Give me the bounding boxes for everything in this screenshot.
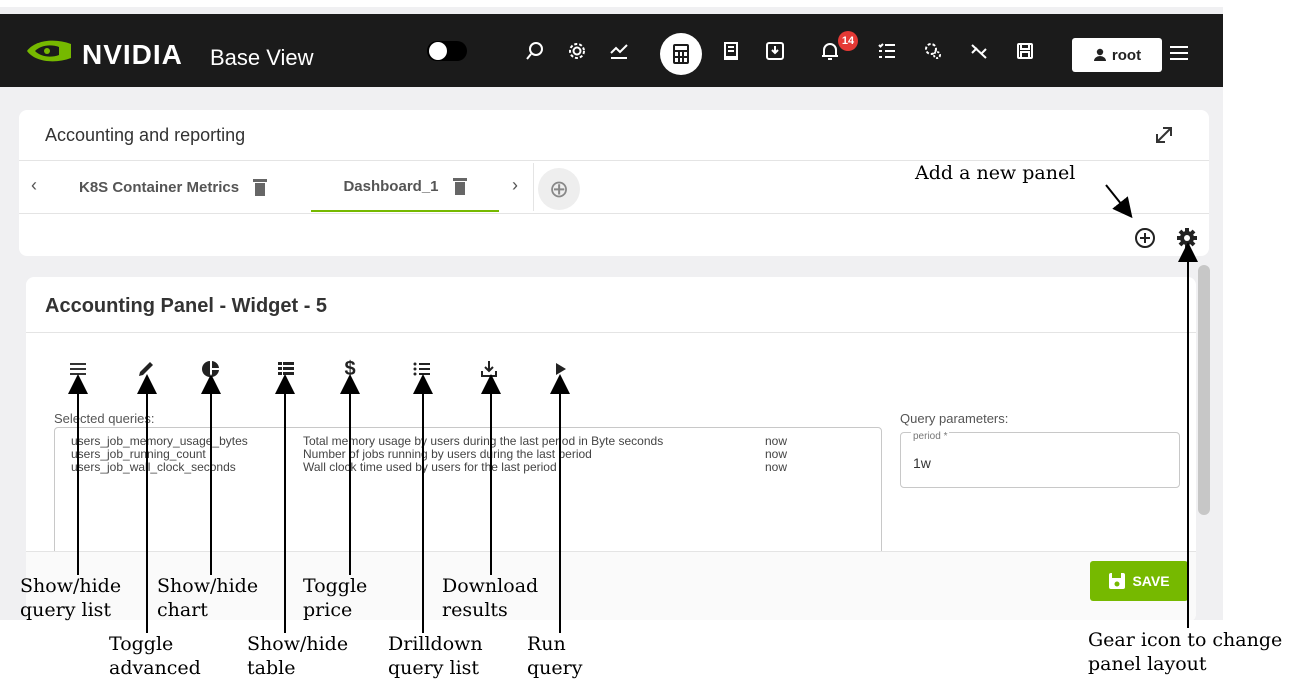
annotation-toggle-advanced: Toggle advanced xyxy=(109,633,201,679)
selected-queries-label: Selected queries: xyxy=(54,411,155,426)
list-item[interactable]: users_job_memory_usage_bytes Total memory… xyxy=(71,434,787,448)
drilldown-list-icon[interactable] xyxy=(410,357,434,381)
annotation-download-results: Download results xyxy=(442,575,539,621)
hamburger-menu-icon[interactable] xyxy=(1170,42,1188,64)
widget-panel: Accounting Panel - Widget - 5 $ Selected… xyxy=(26,277,1196,620)
username: root xyxy=(1111,46,1142,64)
tab-label: K8S Container Metrics xyxy=(79,178,240,196)
theme-toggle[interactable] xyxy=(427,41,467,61)
list-check-icon[interactable] xyxy=(872,36,902,66)
list-item[interactable]: users_job_running_count Number of jobs ru… xyxy=(71,447,787,461)
run-query-icon[interactable] xyxy=(548,357,572,381)
trash-icon[interactable] xyxy=(253,178,268,196)
save-button[interactable]: SAVE xyxy=(1090,561,1188,601)
add-tab-button[interactable]: ⊕ xyxy=(538,168,580,210)
brand-name: NVIDIA xyxy=(82,39,183,70)
tab-label: Dashboard_1 xyxy=(343,177,439,195)
period-label: period * xyxy=(911,431,950,442)
add-panel-icon[interactable] xyxy=(1133,226,1157,250)
annotation-show-hide-query-list: Show/hide query list xyxy=(20,575,122,621)
gears-icon[interactable] xyxy=(918,36,948,66)
trash-icon[interactable] xyxy=(452,177,467,195)
calculator-icon[interactable] xyxy=(660,33,702,75)
tab-scroll-right-icon[interactable]: › xyxy=(512,175,518,196)
gear-icon[interactable] xyxy=(1175,226,1199,250)
link-off-icon[interactable] xyxy=(964,36,994,66)
top-navigation-bar: NVIDIA Base View 14 root xyxy=(0,14,1223,87)
query-list-toggle-icon[interactable] xyxy=(66,357,90,381)
selected-queries-list[interactable]: users_job_memory_usage_bytes Total memory… xyxy=(54,427,882,562)
moon-icon[interactable] xyxy=(478,36,508,66)
pencil-icon[interactable] xyxy=(134,357,158,381)
tab-scroll-left-icon[interactable]: ‹ xyxy=(31,175,37,196)
annotation-drilldown-query-list: Drilldown query list xyxy=(388,633,483,679)
widget-title: Accounting Panel - Widget - 5 xyxy=(45,295,328,317)
download-icon[interactable] xyxy=(760,36,790,66)
floppy-icon xyxy=(1109,573,1126,589)
annotation-add-panel: Add a new panel xyxy=(915,162,1076,184)
user-button[interactable]: root xyxy=(1072,38,1162,72)
annotation-gear-icon: Gear icon to change panel layout xyxy=(1088,629,1283,675)
query-parameters-label: Query parameters: xyxy=(900,411,1009,426)
annotation-run-query: Run query xyxy=(527,633,583,679)
pie-chart-icon[interactable] xyxy=(199,357,223,381)
annotation-show-hide-chart: Show/hide chart xyxy=(157,575,259,621)
scrollbar[interactable] xyxy=(1198,265,1210,515)
settings-icon[interactable] xyxy=(562,36,592,66)
save-icon[interactable] xyxy=(1010,36,1040,66)
period-field[interactable]: period * 1w xyxy=(900,431,1180,488)
list-item[interactable]: users_job_wall_clock_seconds Wall clock t… xyxy=(71,460,787,474)
app-window: NVIDIA Base View 14 root Accounting and … xyxy=(0,0,1223,620)
dollar-icon[interactable]: $ xyxy=(338,357,362,381)
brand-product: Base View xyxy=(210,45,314,70)
document-icon[interactable] xyxy=(716,36,746,66)
download-results-icon[interactable] xyxy=(477,357,501,381)
tab-k8s-container-metrics[interactable]: K8S Container Metrics xyxy=(79,162,268,212)
nvidia-logo-icon xyxy=(27,40,71,62)
tab-dashboard-1[interactable]: Dashboard_1 xyxy=(311,162,499,212)
search-icon[interactable] xyxy=(520,36,550,66)
expand-icon[interactable] xyxy=(1153,124,1175,146)
page-title: Accounting and reporting xyxy=(45,125,246,145)
chart-icon[interactable] xyxy=(604,36,634,66)
annotation-toggle-price: Toggle price xyxy=(303,575,368,621)
table-icon[interactable] xyxy=(274,357,298,381)
period-value: 1w xyxy=(913,455,931,471)
user-icon xyxy=(1093,48,1106,61)
notification-badge: 14 xyxy=(838,31,858,51)
annotation-show-hide-table: Show/hide table xyxy=(247,633,349,679)
